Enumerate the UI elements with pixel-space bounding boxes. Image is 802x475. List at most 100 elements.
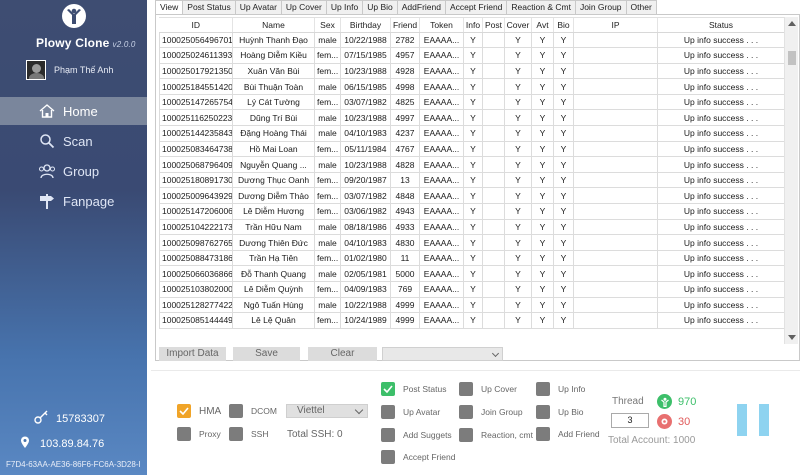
table-row[interactable]: 100025116250223 Dũng Trí Bùi male 10/23/198…	[159, 109, 784, 127]
table-cell: Up info success . . .	[657, 234, 784, 251]
table-cell: 11	[390, 249, 420, 267]
up-cover-checkbox[interactable]: Up Cover	[459, 382, 517, 396]
table-row[interactable]: 100025103802000 Lê Diễm Quỳnh fem... 04/09/…	[159, 281, 784, 298]
search-icon	[38, 132, 56, 150]
tab-up-avatar[interactable]: Up Avatar	[234, 0, 282, 14]
pause-button[interactable]	[737, 404, 769, 436]
table-row[interactable]: 100025024611393 Hoàng Diễm Kiều fem... 07/1…	[159, 47, 784, 64]
table-row[interactable]: 100025098762765 Dương Thiên Đức male 04/10/…	[159, 234, 784, 251]
column-header[interactable]: Info	[463, 18, 483, 33]
table-cell: EAAAA...	[419, 93, 464, 111]
save-button[interactable]: Save	[233, 347, 300, 361]
table-cell: 04/10/1983	[340, 125, 391, 142]
column-header[interactable]: Bio	[553, 18, 574, 33]
up-avatar-checkbox[interactable]: Up Avatar	[381, 405, 440, 419]
tab-add-friend[interactable]: AddFriend	[396, 0, 446, 14]
table-row[interactable]: 100025068796409 Nguyễn Quang ... male 10/23…	[159, 156, 784, 173]
tab-reaction-cmt[interactable]: Reaction & Cmt	[506, 0, 576, 14]
table-cell: Y	[463, 281, 483, 298]
column-header[interactable]: Friend	[390, 18, 420, 33]
table-cell: Hồ Mai Loan	[232, 140, 315, 158]
scroll-up-icon[interactable]	[788, 21, 796, 26]
table-row[interactable]: 100025180891730 Dương Thục Oanh fem... 09/2…	[159, 171, 784, 189]
tab-up-info[interactable]: Up Info	[325, 0, 364, 14]
table-row[interactable]: 100025088473186 Trần Hạ Tiên fem... 01/02/1…	[159, 249, 784, 267]
table-row[interactable]: 100025056496701 Huỳnh Thanh Đạo male 10/22/…	[159, 31, 784, 49]
column-header[interactable]: Sex	[314, 18, 341, 33]
nav-item-fanpage[interactable]: Fanpage	[0, 187, 147, 215]
up-bio-checkbox[interactable]: Up Bio	[536, 405, 584, 419]
up-info-checkbox[interactable]: Up Info	[536, 382, 585, 396]
carrier-select[interactable]: Viettel	[286, 404, 368, 418]
thread-input[interactable]: 3	[611, 413, 649, 428]
tab-post-status[interactable]: Post Status	[182, 0, 236, 14]
column-header[interactable]: Status	[657, 18, 784, 33]
table-cell: Y	[531, 187, 554, 205]
nav-item-home[interactable]: Home	[0, 97, 147, 125]
table-row[interactable]: 100025009643929 Dương Diễm Thảo fem... 03/0…	[159, 187, 784, 205]
table-cell: Up info success . . .	[657, 47, 784, 64]
column-header[interactable]: ID	[159, 18, 233, 33]
import-data-button[interactable]: Import Data	[159, 347, 226, 361]
table-row[interactable]: 100025017921350 Xuân Văn Bùi fem... 10/23/1…	[159, 62, 784, 80]
table-scrollbar[interactable]	[784, 17, 798, 344]
table-cell	[573, 265, 658, 282]
ssh-checkbox[interactable]: SSH	[229, 427, 268, 441]
table-cell: Y	[463, 156, 483, 173]
reaction-cmt-checkbox[interactable]: Reaction, cmt	[459, 428, 533, 442]
hma-checkbox[interactable]: HMA	[177, 404, 221, 418]
tab-join-group[interactable]: Join Group	[574, 0, 627, 14]
table-cell: Nguyễn Quang ...	[232, 156, 315, 173]
nav-label-fanpage: Fanpage	[63, 193, 115, 209]
join-group-checkbox[interactable]: Join Group	[459, 405, 523, 419]
table-row[interactable]: 100025104222173 Trần Hữu Nam male 08/18/198…	[159, 218, 784, 236]
filter-dropdown[interactable]	[382, 347, 503, 361]
scroll-thumb[interactable]	[788, 51, 796, 65]
add-suggets-checkbox[interactable]: Add Suggets	[381, 428, 452, 442]
table-cell: male	[314, 156, 341, 173]
table-row[interactable]: 100025085144449 Lê Lệ Quân fem... 10/24/198…	[159, 312, 784, 329]
tab-view[interactable]: View	[155, 0, 184, 15]
post-status-checkbox[interactable]: Post Status	[381, 382, 446, 396]
table-row[interactable]: 100025147206006 Lê Diễm Hương fem... 03/06/…	[159, 203, 784, 220]
tab-up-bio[interactable]: Up Bio	[362, 0, 398, 14]
column-header[interactable]: Token	[419, 18, 464, 33]
scroll-down-icon[interactable]	[788, 335, 796, 340]
table-cell: Up info success . . .	[657, 109, 784, 127]
nav-item-scan[interactable]: Scan	[0, 127, 147, 155]
table-row[interactable]: 100025128277422 Ngô Tuấn Hùng male 10/22/19…	[159, 296, 784, 314]
table-cell: Y	[531, 249, 554, 267]
carrier-value: Viettel	[297, 405, 325, 416]
table-row[interactable]: 100025083464738 Hồ Mai Loan fem... 05/11/19…	[159, 140, 784, 158]
column-header[interactable]: Cover	[504, 18, 532, 33]
table-row[interactable]: 100025144235843 Đặng Hoàng Thái male 04/10/…	[159, 125, 784, 142]
proxy-checkbox[interactable]: Proxy	[177, 427, 221, 441]
accept-friend-checkbox[interactable]: Accept Friend	[381, 450, 455, 464]
table-cell	[573, 140, 658, 158]
column-header[interactable]: Post	[482, 18, 505, 33]
table-cell: Y	[553, 140, 574, 158]
column-header[interactable]: Avt	[531, 18, 554, 33]
table-row[interactable]: 100025066036866 Đỗ Thanh Quang male 02/05/1…	[159, 265, 784, 282]
table-cell: Up info success . . .	[657, 156, 784, 173]
tab-accept-friend[interactable]: Accept Friend	[444, 0, 508, 14]
table-cell: Y	[531, 78, 554, 95]
dcom-checkbox[interactable]: DCOM	[229, 404, 277, 418]
checkbox-unchecked	[536, 405, 550, 419]
table-cell: Y	[531, 109, 554, 127]
table-row[interactable]: 100025147265754 Lý Cát Tường fem... 03/07/1…	[159, 93, 784, 111]
tab-up-cover[interactable]: Up Cover	[280, 0, 327, 14]
column-header[interactable]: Name	[232, 18, 315, 33]
clear-button[interactable]: Clear	[308, 347, 377, 361]
table-cell: 03/07/1982	[340, 93, 391, 111]
column-header[interactable]: IP	[573, 18, 658, 33]
table-row[interactable]: 100025184551420 Bùi Thuận Toàn male 06/15/1…	[159, 78, 784, 95]
add-friend-checkbox[interactable]: Add Friend	[536, 427, 600, 441]
nav-item-group[interactable]: Group	[0, 157, 147, 185]
table-cell: 04/10/1983	[340, 234, 391, 251]
column-header[interactable]: Birthday	[340, 18, 391, 33]
group-icon	[38, 162, 56, 180]
table-cell: Y	[463, 47, 483, 64]
tab-other[interactable]: Other	[625, 0, 657, 14]
accounts-table[interactable]: ID Name Sex Birthday Friend Token Info Post Cove…	[159, 17, 784, 344]
